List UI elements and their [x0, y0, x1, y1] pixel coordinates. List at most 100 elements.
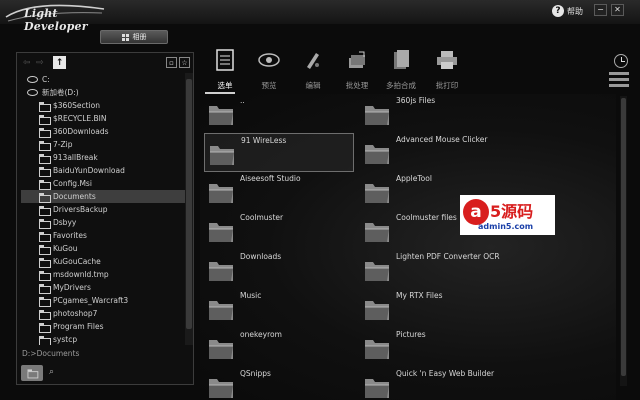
file-item[interactable]: Downloads [204, 250, 354, 289]
tree-item-label: Program Files [53, 322, 104, 331]
file-grid-scroll-thumb[interactable] [621, 98, 626, 376]
tree-item[interactable]: KuGouCache [21, 255, 185, 268]
tree-item-label: $360Section [53, 101, 100, 110]
file-item[interactable]: Aiseesoft Studio [204, 172, 354, 211]
search-icon[interactable]: ⌕ [49, 367, 54, 377]
file-item[interactable]: Music [204, 289, 354, 328]
favorite-star-icon[interactable]: ☆ [179, 57, 190, 68]
folder-icon [364, 258, 390, 282]
file-item[interactable]: Advanced Mouse Clicker [360, 133, 510, 172]
file-item[interactable]: Lighten PDF Converter OCR [360, 250, 510, 289]
drive-icon [27, 76, 38, 83]
folder-icon [208, 375, 234, 399]
tree-item[interactable]: KuGou [21, 242, 185, 255]
folder-icon [39, 205, 51, 216]
toolbar-item-label: 选单 [217, 81, 233, 90]
tree-item-label: msdownld.tmp [53, 270, 109, 279]
tree-item[interactable]: PCgames_Warcraft3 [21, 294, 185, 307]
file-item[interactable]: onekeyrom [204, 328, 354, 367]
clock-icon[interactable] [614, 54, 628, 68]
file-item[interactable]: My RTX Files [360, 289, 510, 328]
tree-item[interactable]: photoshop7 [21, 307, 185, 320]
tree-item[interactable]: systcp [21, 333, 185, 345]
file-item[interactable]: Quick 'n Easy Web Builder [360, 367, 510, 400]
tree-item[interactable]: C: [21, 73, 185, 86]
folder-panel: ⇦ ⇨ ↑ ▫ ☆ C: 新加卷(D:) $360Section $RECYCLE.B… [16, 52, 194, 385]
close-button[interactable]: ✕ [611, 4, 624, 16]
file-item[interactable]: QSnipps [204, 367, 354, 400]
folder-icon [208, 180, 234, 204]
tree-item[interactable]: msdownld.tmp [21, 268, 185, 281]
help-button[interactable]: ? 帮助 [552, 4, 583, 18]
folder-icon [39, 101, 51, 112]
nav-row: ⇦ ⇨ ↑ ▫ ☆ [17, 53, 193, 73]
forward-arrow-icon[interactable]: ⇨ [36, 58, 44, 68]
tree-scroll-thumb[interactable] [186, 79, 192, 329]
folder-icon [39, 114, 51, 125]
tree-item[interactable]: 7-Zip [21, 138, 185, 151]
toolbar-item[interactable]: 批打印 [427, 46, 467, 92]
new-window-icon[interactable]: ▫ [166, 57, 177, 68]
watermark-url: admin5.com [478, 222, 534, 231]
menu-list-icon [205, 46, 245, 74]
toolbar-item[interactable]: 预览 [249, 46, 289, 92]
toolbar-item[interactable]: 批处理 [337, 46, 377, 92]
file-item[interactable]: Pictures [360, 328, 510, 367]
tree-item-label: 新加卷(D:) [42, 88, 79, 97]
tree-item[interactable]: Program Files [21, 320, 185, 333]
tree-item-label: Config.Msi [53, 179, 92, 188]
tree-item[interactable]: $RECYCLE.BIN [21, 112, 185, 125]
folder-icon [39, 179, 51, 190]
tree-scrollbar[interactable] [185, 73, 193, 345]
merge-pages-icon [381, 46, 421, 74]
folder-icon [39, 218, 51, 229]
file-name: Downloads [240, 252, 282, 261]
tree-item-label: BaiduYunDownload [53, 166, 125, 175]
file-name: Pictures [396, 330, 426, 339]
tree-item[interactable]: 新加卷(D:) [21, 86, 185, 99]
up-folder-button[interactable]: ↑ [53, 56, 66, 69]
file-name: Aiseesoft Studio [240, 174, 301, 183]
tree-item[interactable]: BaiduYunDownload [21, 164, 185, 177]
view-menu-icon[interactable] [609, 72, 629, 92]
toolbar-item[interactable]: 多拍合成 [381, 46, 421, 92]
minimize-button[interactable]: − [594, 4, 607, 16]
tree-item[interactable]: $360Section [21, 99, 185, 112]
tree-item[interactable]: Dsbyy [21, 216, 185, 229]
tree-item[interactable]: Favorites [21, 229, 185, 242]
help-label: 帮助 [567, 6, 583, 16]
folder-icon [39, 335, 51, 345]
toolbar-item[interactable]: 选单 [205, 46, 245, 92]
file-grid: .. 91 WireLess Aiseesoft Studio Coolmuster D… [200, 94, 616, 400]
file-item[interactable]: 91 WireLess [204, 133, 354, 172]
tree-item-label: C: [42, 75, 50, 84]
folder-icon [39, 257, 51, 268]
toolbar-item[interactable]: 编辑 [293, 46, 333, 92]
toolbar-item-label: 批打印 [435, 81, 459, 90]
folder-icon [39, 192, 51, 203]
eye-icon [249, 46, 289, 74]
album-button[interactable]: 相册 [100, 30, 168, 44]
tree-item[interactable]: DriversBackup [21, 203, 185, 216]
tree-item[interactable]: MyDrivers [21, 281, 185, 294]
back-arrow-icon[interactable]: ⇦ [23, 58, 31, 68]
current-path: D:>Documents [22, 349, 80, 358]
file-grid-scrollbar[interactable] [620, 96, 627, 386]
tree-item[interactable]: 360Downloads [21, 125, 185, 138]
file-item[interactable]: Coolmuster [204, 211, 354, 250]
folder-icon [39, 140, 51, 151]
file-item[interactable]: 360js Files [360, 94, 510, 133]
batch-icon [337, 46, 377, 74]
tree-item[interactable]: Documents [21, 190, 185, 203]
tree-item[interactable]: Config.Msi [21, 177, 185, 190]
file-name: AppleTool [396, 174, 432, 183]
folder-icon [39, 322, 51, 333]
tree-item-label: $RECYCLE.BIN [53, 114, 107, 123]
toolbar-item-label: 编辑 [305, 81, 321, 90]
file-item[interactable]: .. [204, 94, 354, 133]
toolbar-item-label: 多拍合成 [386, 81, 416, 90]
file-name: Coolmuster [240, 213, 284, 222]
folder-view-button[interactable] [21, 365, 43, 381]
tree-item[interactable]: 913allBreak [21, 151, 185, 164]
folder-icon [208, 102, 234, 126]
